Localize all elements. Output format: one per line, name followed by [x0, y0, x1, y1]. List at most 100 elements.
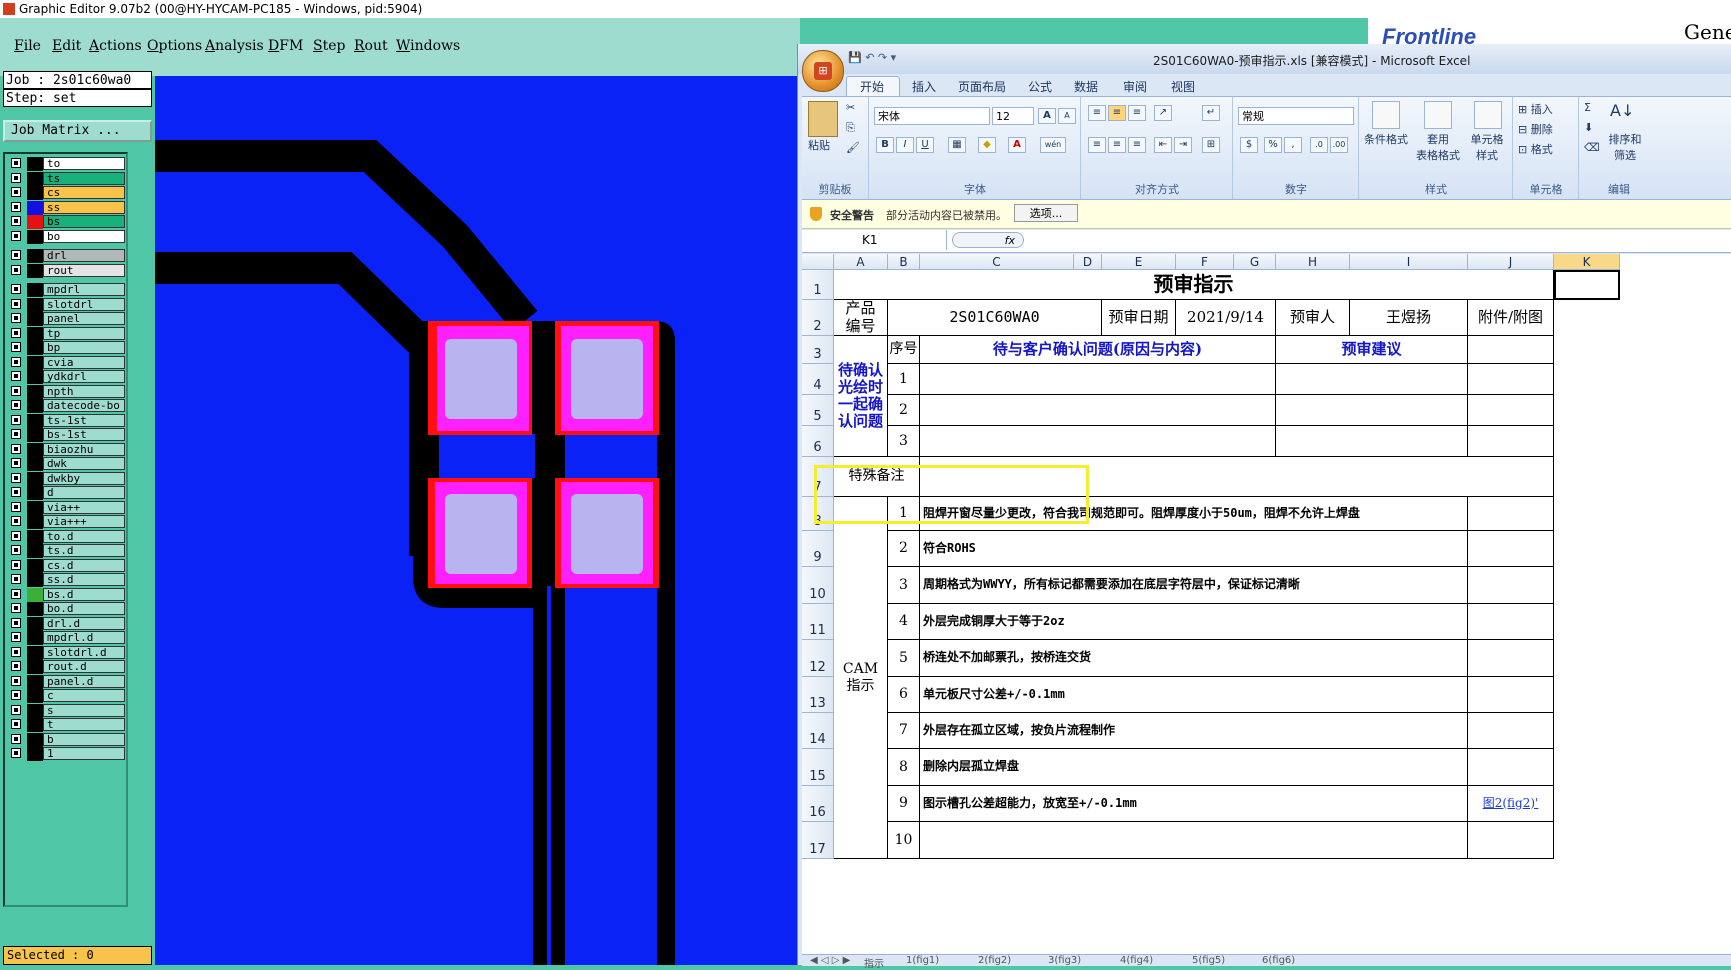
layer-color-swatch[interactable]: [27, 602, 43, 616]
decrease-indent-icon[interactable]: ⇤: [1154, 137, 1172, 153]
sheet-tab-6[interactable]: 6(fig6): [1262, 955, 1295, 966]
layer-checkbox[interactable]: [11, 617, 21, 628]
menu-step[interactable]: Step: [313, 38, 345, 54]
layer-checkbox[interactable]: [11, 284, 21, 294]
sheet-tab-3[interactable]: 3(fig3): [1048, 955, 1081, 966]
layer-color-swatch[interactable]: [27, 442, 43, 457]
layer-name[interactable]: t: [43, 718, 125, 731]
layer-checkbox[interactable]: [11, 313, 21, 323]
row-header-1[interactable]: 1: [802, 270, 834, 300]
row-header-15[interactable]: 15: [802, 749, 834, 786]
layer-row-6[interactable]: drl: [7, 249, 125, 263]
row-header-4[interactable]: 4: [802, 364, 834, 395]
layer-checkbox[interactable]: [11, 632, 21, 642]
layer-checkbox[interactable]: [11, 487, 21, 497]
layer-color-swatch[interactable]: [27, 471, 43, 486]
layer-row-33[interactable]: slotdrl.d: [7, 645, 125, 660]
menu-edit[interactable]: Edit: [52, 38, 81, 54]
layer-color-swatch[interactable]: [27, 645, 43, 660]
cam-item-text[interactable]: 外层完成铜厚大于等于2oz: [920, 604, 1468, 640]
font-size-select[interactable]: 12: [992, 107, 1034, 125]
confirm-seq[interactable]: 1: [888, 364, 920, 395]
security-options-button[interactable]: 选项...: [1014, 204, 1078, 222]
layer-row-7[interactable]: rout: [7, 263, 125, 278]
layer-checkbox[interactable]: [11, 516, 21, 526]
grow-font-icon[interactable]: A: [1038, 108, 1056, 124]
layer-checkbox[interactable]: [11, 603, 21, 613]
confirm-issues-label[interactable]: 待确认 光绘时 一起确 认问题: [834, 336, 888, 457]
layer-color-swatch[interactable]: [27, 312, 43, 326]
layer-color-swatch[interactable]: [27, 718, 43, 732]
row-header-13[interactable]: 13: [802, 677, 834, 713]
layer-row-3[interactable]: ss: [7, 200, 125, 215]
layer-color-swatch[interactable]: [27, 171, 43, 186]
layer-list[interactable]: totscsssmbsbodrlroutmpdrlslotdrlpaneltpb…: [3, 152, 128, 907]
align-top-icon[interactable]: ≡: [1088, 105, 1106, 121]
layer-row-17[interactable]: ts-1st: [7, 413, 125, 428]
layer-color-swatch[interactable]: [27, 370, 43, 384]
product-label[interactable]: 产品 编号: [834, 300, 888, 336]
number-format-select[interactable]: 常规: [1238, 107, 1354, 125]
layer-name[interactable]: dwk: [43, 457, 125, 470]
format-painter-icon[interactable]: 🖌: [846, 141, 860, 154]
layer-color-swatch[interactable]: [27, 263, 43, 278]
layer-color-swatch[interactable]: [27, 631, 43, 645]
layer-color-swatch[interactable]: [27, 515, 43, 529]
cam-item-attachment[interactable]: [1468, 531, 1554, 567]
cell-styles-button[interactable]: 单元格 样式: [1464, 131, 1510, 163]
layer-row-37[interactable]: s: [7, 703, 125, 718]
layer-color-swatch[interactable]: [27, 689, 43, 703]
merge-center-icon[interactable]: ⊞: [1202, 137, 1220, 153]
row-header-16[interactable]: 16: [802, 786, 834, 822]
layer-name[interactable]: bs-1st: [43, 428, 125, 441]
attachment-label[interactable]: 附件/附图: [1468, 300, 1554, 336]
layer-color-swatch[interactable]: [27, 384, 43, 399]
layer-color-swatch[interactable]: [27, 157, 43, 171]
layer-color-swatch[interactable]: [27, 558, 43, 573]
autosum-icon[interactable]: Σ: [1584, 101, 1591, 114]
sheet-tab-2[interactable]: 2(fig2): [978, 955, 1011, 966]
tab-home[interactable]: 开始: [860, 78, 884, 95]
confirm-attach-cell[interactable]: [1468, 364, 1554, 395]
layer-name[interactable]: b: [43, 732, 125, 746]
layer-checkbox[interactable]: [11, 327, 21, 338]
layer-name[interactable]: d: [43, 486, 125, 499]
row-header-9[interactable]: 9: [802, 531, 834, 567]
layer-color-swatch[interactable]: [27, 355, 43, 370]
layer-checkbox[interactable]: [11, 704, 21, 715]
layer-color-swatch[interactable]: [27, 486, 43, 500]
layer-row-21[interactable]: dwkby: [7, 471, 125, 486]
layer-checkbox[interactable]: [11, 158, 21, 168]
column-header-K[interactable]: K: [1554, 254, 1620, 270]
layer-checkbox[interactable]: [11, 356, 21, 367]
layer-checkbox[interactable]: [11, 719, 21, 729]
sheet-tab-1[interactable]: 1(fig1): [906, 955, 939, 966]
sheet-title[interactable]: 预审指示: [834, 270, 1554, 300]
sheet-nav-icon[interactable]: ◀ ◁ ▷ ▶: [810, 955, 850, 966]
layer-name[interactable]: slotdrl: [43, 297, 125, 311]
layer-name[interactable]: ts.d: [43, 544, 125, 557]
layer-row-14[interactable]: ydkdrl: [7, 370, 125, 384]
cam-item-text[interactable]: 符合ROHS: [920, 531, 1468, 567]
paste-icon[interactable]: [808, 101, 838, 137]
cam-item-attachment[interactable]: [1468, 604, 1554, 640]
layer-name[interactable]: 1: [43, 747, 125, 760]
row-header-2[interactable]: 2: [802, 300, 834, 336]
layer-checkbox[interactable]: [11, 574, 21, 584]
column-header-D[interactable]: D: [1074, 254, 1102, 270]
layer-checkbox[interactable]: [11, 472, 21, 483]
layer-color-swatch[interactable]: [27, 399, 43, 413]
reviewer-value[interactable]: 王煜扬: [1350, 300, 1468, 336]
column-header-F[interactable]: F: [1176, 254, 1234, 270]
menu-rout[interactable]: Rout: [354, 38, 388, 54]
layer-checkbox[interactable]: [11, 385, 21, 396]
layer-name[interactable]: to.d: [43, 529, 125, 543]
layer-name[interactable]: bp: [43, 341, 125, 354]
layer-checkbox[interactable]: [11, 748, 21, 758]
layer-row-34[interactable]: rout.d: [7, 660, 125, 674]
layer-color-swatch[interactable]: [27, 732, 43, 747]
layer-checkbox[interactable]: [11, 216, 21, 226]
underline-button[interactable]: U: [916, 137, 934, 153]
layer-checkbox[interactable]: [11, 201, 21, 212]
align-middle-icon[interactable]: ≡: [1108, 105, 1126, 121]
